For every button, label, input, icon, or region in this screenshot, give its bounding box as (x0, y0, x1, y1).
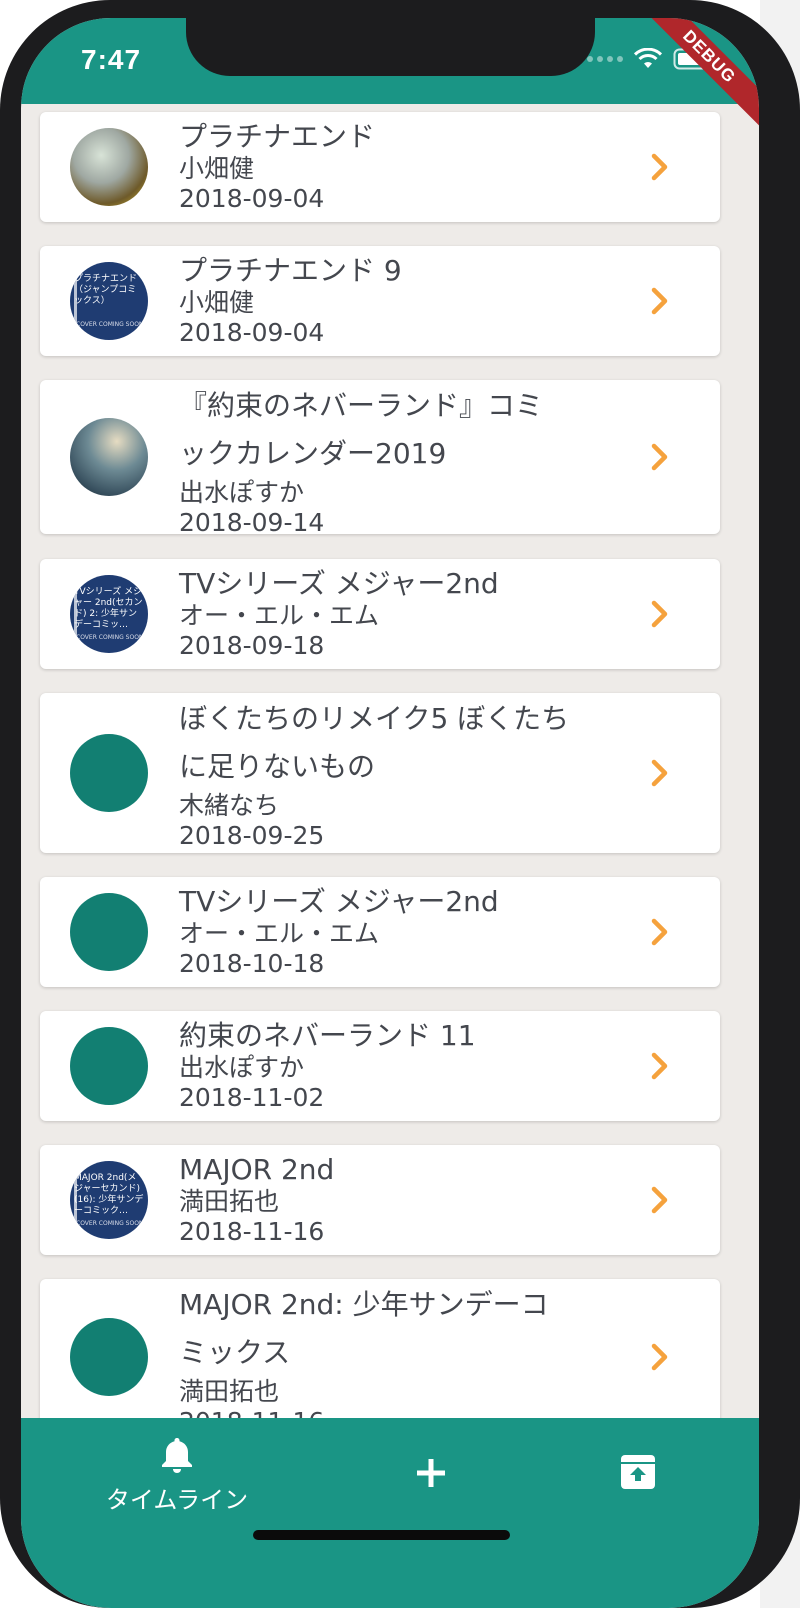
item-info: 約束のネバーランド 11 出水ぽすか 2018-11-02 (179, 1019, 476, 1113)
cover-footer: COVER COMING SOON (76, 1220, 144, 1227)
cover-text: MAJOR 2nd(メジャーセカンド) (16): 少年サンデーコミック… (74, 1173, 144, 1216)
list-item[interactable]: ぼくたちのリメイク5 ぼくたち に足りないもの木緒なち 2018-09-25 (40, 693, 720, 853)
chevron-right-icon[interactable] (648, 152, 674, 182)
status-time: 7:47 (81, 44, 142, 75)
list-item[interactable]: TVシリーズ メジャー2nd オー・エル・エム 2018-10-18 (40, 877, 720, 987)
cellular-signal-icon (587, 56, 623, 62)
phone-frame: 7:47 DEBUG プラチナエンド 小畑健 2018-09-04 プラチナエンド （… (0, 0, 800, 1608)
book-thumbnail (70, 128, 148, 206)
book-thumbnail: TVシリーズ メジャー 2nd(セカンド) 2: 少年サンデーコミッ… COVER… (70, 575, 148, 653)
item-title: TVシリーズ メジャー2nd (179, 567, 499, 600)
item-title: TVシリーズ メジャー2nd (179, 885, 499, 918)
archive-upload-icon (621, 1455, 655, 1489)
item-info: MAJOR 2nd: 少年サンデーコミックス満田拓也2018-11-16 (179, 1281, 599, 1437)
cover-text: TVシリーズ メジャー 2nd(セカンド) 2: 少年サンデーコミッ… (74, 587, 143, 630)
item-author: 小畑健 (179, 288, 255, 317)
item-date: 2018-09-04 (179, 318, 325, 347)
chevron-right-icon[interactable] (648, 917, 674, 947)
cover-text: プラチナエンド （ジャンプコミックス） (74, 274, 138, 306)
item-date: 2018-09-14 (179, 508, 325, 537)
item-author: オー・エル・エム (179, 919, 380, 948)
item-title: ミックス (179, 1336, 291, 1369)
item-title: プラチナエンド 9 (179, 254, 402, 287)
item-date: 2018-10-18 (179, 949, 325, 978)
thumbnail-placeholder (70, 893, 148, 971)
item-title: に足りないもの (179, 750, 376, 783)
book-thumbnail (70, 418, 148, 496)
chevron-right-icon[interactable] (648, 758, 674, 788)
item-info: 『約束のネバーランド』コミ ックカレンダー2019 出水ぽすか 2018-09-14 (179, 382, 599, 538)
home-indicator[interactable] (253, 1530, 510, 1540)
nav-timeline-label: タイムライン (105, 1486, 249, 1514)
item-author: 木緒なち (179, 791, 280, 820)
item-date: 2018-11-16 (179, 1217, 325, 1246)
bell-icon (162, 1438, 192, 1473)
status-bar: 7:47 DEBUG (21, 18, 759, 130)
item-info: ぼくたちのリメイク5 ぼくたち に足りないもの木緒なち 2018-09-25 (179, 695, 599, 851)
item-info: TVシリーズ メジャー2nd オー・エル・エム 2018-10-18 (179, 885, 499, 979)
item-date: 2018-09-18 (179, 631, 325, 660)
phone-screen: 7:47 DEBUG プラチナエンド 小畑健 2018-09-04 プラチナエンド （… (21, 18, 759, 1608)
item-title: ぼくたちのリメイク5 ぼくたち (179, 702, 570, 735)
list-item[interactable]: プラチナエンド （ジャンプコミックス） COVER COMING SOON プラチナ… (40, 246, 720, 356)
item-title: MAJOR 2nd: 少年サンデーコ (179, 1288, 549, 1321)
nav-timeline[interactable]: タイムライン (97, 1436, 257, 1515)
list-item[interactable]: 『約束のネバーランド』コミ ックカレンダー2019 出水ぽすか 2018-09-14 (40, 380, 720, 537)
item-author: 満田拓也 (179, 1187, 280, 1216)
item-date: 2018-09-04 (179, 184, 325, 213)
chevron-right-icon[interactable] (648, 1342, 674, 1372)
item-title: ックカレンダー2019 (179, 437, 447, 470)
item-info: プラチナエンド 小畑健 2018-09-04 (179, 120, 375, 214)
chevron-right-icon[interactable] (648, 442, 674, 472)
item-author: オー・エル・エム (179, 601, 380, 630)
item-date: 2018-11-02 (179, 1083, 325, 1112)
timeline-list[interactable]: プラチナエンド 小畑健 2018-09-04 プラチナエンド （ジャンプコミックス） C… (21, 104, 759, 1468)
item-author: 出水ぽすか (179, 478, 305, 507)
item-author: 出水ぽすか (179, 1053, 305, 1082)
item-title: 『約束のネバーランド』コミ (179, 389, 544, 422)
nav-add-button[interactable] (414, 1456, 448, 1494)
bottom-navigation: タイムライン (21, 1418, 759, 1608)
item-title: プラチナエンド (179, 120, 376, 153)
thumbnail-placeholder (70, 1318, 148, 1396)
wifi-icon (633, 48, 663, 68)
chevron-right-icon[interactable] (648, 1185, 674, 1215)
item-title: 約束のネバーランド 11 (179, 1019, 476, 1052)
cover-footer: COVER COMING SOON (76, 321, 144, 328)
plus-icon (417, 1459, 445, 1487)
item-info: プラチナエンド 9 小畑健 2018-09-04 (179, 254, 402, 348)
list-item[interactable]: TVシリーズ メジャー 2nd(セカンド) 2: 少年サンデーコミッ… COVER… (40, 559, 720, 669)
item-title: MAJOR 2nd (179, 1153, 335, 1186)
thumbnail-placeholder (70, 734, 148, 812)
device-notch (186, 18, 595, 76)
item-date: 2018-09-25 (179, 821, 325, 850)
item-author: 満田拓也 (179, 1377, 280, 1406)
cover-footer: COVER COMING SOON (76, 634, 144, 641)
item-info: TVシリーズ メジャー2nd オー・エル・エム 2018-09-18 (179, 567, 499, 661)
list-item[interactable]: MAJOR 2nd(メジャーセカンド) (16): 少年サンデーコミック… COV… (40, 1145, 720, 1255)
nav-archive-button[interactable] (618, 1453, 658, 1495)
chevron-right-icon[interactable] (648, 286, 674, 316)
item-info: MAJOR 2nd 満田拓也 2018-11-16 (179, 1153, 334, 1247)
chevron-right-icon[interactable] (648, 599, 674, 629)
chevron-right-icon[interactable] (648, 1051, 674, 1081)
item-author: 小畑健 (179, 154, 255, 183)
thumbnail-placeholder (70, 1027, 148, 1105)
list-item[interactable]: プラチナエンド 小畑健 2018-09-04 (40, 112, 720, 222)
list-item[interactable]: 約束のネバーランド 11 出水ぽすか 2018-11-02 (40, 1011, 720, 1121)
book-thumbnail: プラチナエンド （ジャンプコミックス） COVER COMING SOON (70, 262, 148, 340)
book-thumbnail: MAJOR 2nd(メジャーセカンド) (16): 少年サンデーコミック… COV… (70, 1161, 148, 1239)
